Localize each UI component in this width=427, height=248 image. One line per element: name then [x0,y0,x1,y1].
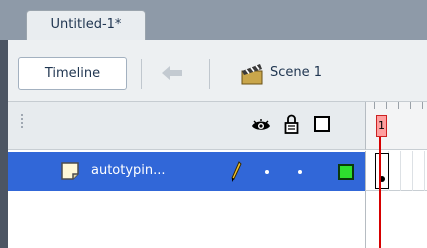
eye-icon[interactable] [251,118,271,132]
layer-row[interactable]: autotypin... [8,151,365,191]
ruler-tick [422,102,423,109]
scene-label[interactable]: Scene 1 [270,65,322,80]
document-tab-label: Untitled-1* [50,17,122,32]
ruler-tick [374,102,375,109]
pencil-icon [231,161,242,182]
frame-cells[interactable] [365,151,427,191]
edit-bar-divider [209,59,210,89]
frame-divider [424,151,425,191]
ruler-tick [386,102,387,109]
ruler-tick [410,102,411,109]
frame-ruler[interactable]: 1 [365,102,427,150]
playhead-marker[interactable]: 1 [376,115,387,137]
timeline-button[interactable]: Timeline [18,57,127,90]
timeline-button-label: Timeline [44,66,101,81]
timeline-layer-header [8,102,365,150]
frame-divider [412,151,413,191]
edit-bar: Timeline Scene 1 [8,40,427,102]
layer-name[interactable]: autotypin... [91,163,166,178]
frame-divider [400,151,401,191]
frame-area-empty [365,191,427,248]
document-tab-bar: Untitled-1* [0,0,427,41]
lock-icon[interactable] [284,114,299,134]
back-arrow-icon[interactable] [160,64,184,82]
layer-lock-toggle[interactable] [298,170,302,174]
clapperboard-icon [241,64,263,85]
document-tab[interactable]: Untitled-1* [26,10,146,41]
current-frame-number: 1 [378,119,385,132]
outline-icon[interactable] [314,116,330,132]
layer-icon [61,162,79,180]
layer-list-empty-area [8,191,365,248]
selected-frame-outline[interactable] [375,153,389,189]
ruler-tick [398,102,399,109]
panel-grip-handle[interactable] [20,113,24,129]
playhead-line [379,137,381,248]
layer-outline-color[interactable] [338,164,354,180]
edit-bar-divider [141,59,142,89]
layer-visibility-toggle[interactable] [265,170,269,174]
